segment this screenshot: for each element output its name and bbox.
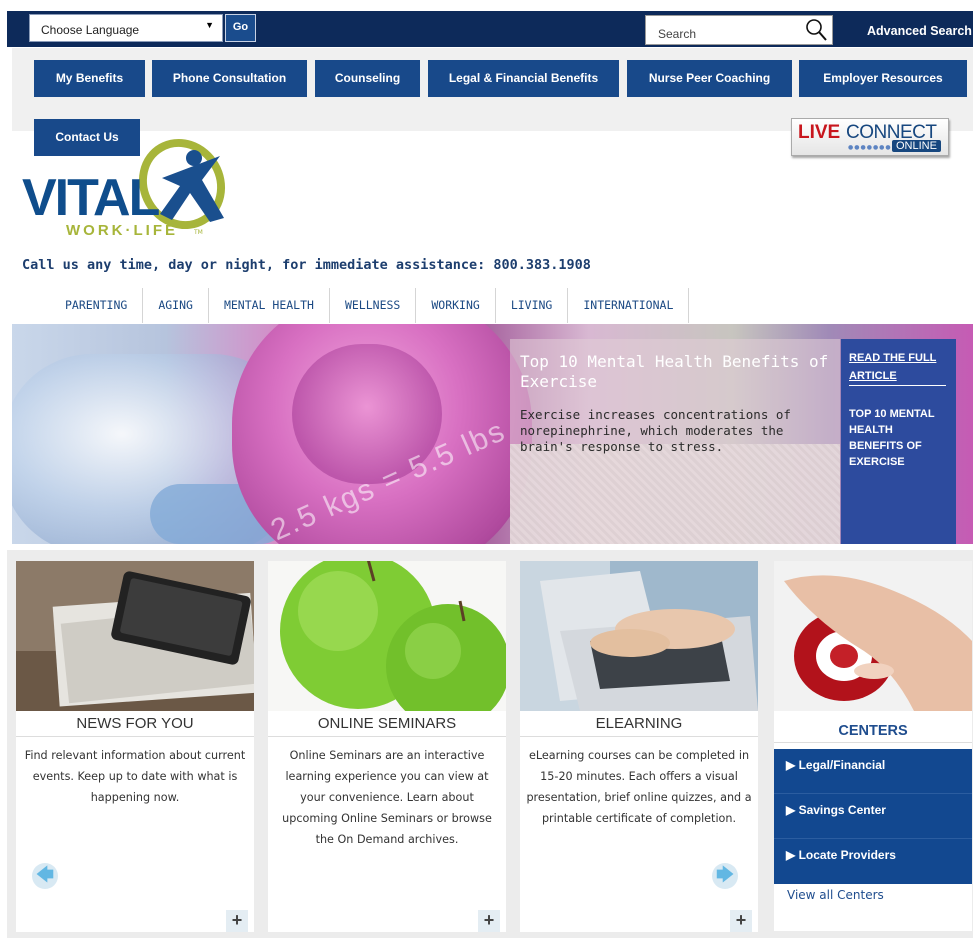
card-news-text: Find relevant information about current … (24, 749, 246, 804)
apples-image (268, 561, 506, 711)
language-select[interactable]: Choose Language ▼ (29, 14, 223, 42)
hero-side-divider (849, 385, 946, 386)
language-select-value: Choose Language (41, 23, 140, 37)
center-savings[interactable]: ▶ Savings Center (774, 794, 972, 839)
liveconnect-dots: ●●●●●●● (848, 144, 892, 151)
center-locate-providers[interactable]: ▶ Locate Providers (774, 839, 972, 884)
tab-international[interactable]: INTERNATIONAL (568, 288, 690, 323)
category-tabs: PARENTING AGING MENTAL HEALTH WELLNESS W… (50, 288, 690, 323)
nav-phone-consultation[interactable]: Phone Consultation (152, 60, 307, 97)
vital-worklife-logo[interactable]: VITAL WORK·LIFE TM (22, 138, 242, 245)
tab-wellness[interactable]: WELLNESS (330, 288, 417, 323)
logo-tm: TM (194, 229, 203, 236)
liveconnect-badge[interactable]: LIVE CONNECT ●●●●●●● ONLINE (791, 118, 949, 156)
tab-aging[interactable]: AGING (143, 288, 209, 323)
liveconnect-online: ONLINE (892, 140, 941, 152)
top-bar: Choose Language ▼ Go Search Advanced Sea… (7, 11, 973, 47)
triangle-right-icon: ▶ (786, 848, 796, 862)
liveconnect-live: LIVE (798, 122, 841, 143)
card-online-seminars[interactable]: ONLINE SEMINARS Online Seminars are an i… (268, 561, 506, 932)
view-all-centers-link[interactable]: View all Centers (787, 888, 884, 902)
card-elearning[interactable]: ELEARNING eLearning courses can be compl… (520, 561, 758, 932)
card-elearning-title[interactable]: ELEARNING (520, 711, 758, 737)
center-legal-financial-label: Legal/Financial (798, 758, 886, 772)
nav-nurse-peer-coaching[interactable]: Nurse Peer Coaching (627, 60, 792, 97)
triangle-right-icon: ▶ (786, 803, 796, 817)
call-us-text: Call us any time, day or night, for imme… (22, 257, 591, 273)
search-icon (806, 19, 827, 41)
news-image (16, 561, 254, 711)
center-legal-financial[interactable]: ▶ Legal/Financial (774, 749, 972, 794)
triangle-right-icon: ▶ (786, 758, 796, 772)
card-online-seminars-text: Online Seminars are an interactive learn… (282, 749, 492, 846)
nav-my-benefits[interactable]: My Benefits (34, 60, 145, 97)
tab-parenting[interactable]: PARENTING (50, 288, 144, 323)
laptop-image (520, 561, 758, 711)
nav-counseling[interactable]: Counseling (315, 60, 420, 97)
read-full-article-link[interactable]: READ THE FULL ARTICLE (849, 349, 949, 385)
center-locate-providers-label: Locate Providers (798, 848, 896, 862)
go-button[interactable]: Go (225, 14, 256, 42)
logo-worklife-text: WORK·LIFE (66, 222, 178, 239)
advanced-search-link[interactable]: Advanced Search (867, 24, 972, 38)
centers-panel: CENTERS ▶ Legal/Financial ▶ Savings Cent… (774, 561, 972, 931)
dropdown-arrow-icon: ▼ (205, 20, 214, 30)
card-elearning-expand-button[interactable]: + (730, 910, 752, 932)
nav-legal-financial[interactable]: Legal & Financial Benefits (428, 60, 619, 97)
tab-living[interactable]: LIVING (496, 288, 569, 323)
card-news[interactable]: NEWS FOR YOU Find relevant information a… (16, 561, 254, 932)
arrow-left-icon: 🡄 (36, 865, 54, 885)
card-news-expand-button[interactable]: + (226, 910, 248, 932)
tab-mental-health[interactable]: MENTAL HEALTH (209, 288, 330, 323)
search-input[interactable]: Search (645, 15, 800, 45)
center-savings-label: Savings Center (798, 803, 886, 817)
search-button[interactable] (798, 15, 833, 45)
card-online-seminars-expand-button[interactable]: + (478, 910, 500, 932)
card-elearning-text: eLearning courses can be completed in 15… (526, 749, 752, 825)
hero-side-title[interactable]: TOP 10 MENTAL HEALTH BENEFITS OF EXERCIS… (849, 406, 949, 470)
card-online-seminars-title[interactable]: ONLINE SEMINARS (268, 711, 506, 737)
card-news-title[interactable]: NEWS FOR YOU (16, 711, 254, 737)
hero-banner[interactable]: 2.5 kgs = 5.5 lbs Top 10 Mental Health B… (12, 324, 973, 544)
nav-employer-resources[interactable]: Employer Resources (799, 60, 967, 97)
tab-working[interactable]: WORKING (416, 288, 496, 323)
arrow-right-icon: 🡆 (716, 865, 734, 885)
centers-list: ▶ Legal/Financial ▶ Savings Center ▶ Loc… (774, 749, 972, 884)
logo-vital-text: VITAL (22, 169, 160, 227)
carousel-prev-button[interactable]: 🡄 (32, 863, 58, 889)
hero-description: Exercise increases concentrations of nor… (520, 407, 791, 454)
carousel-next-button[interactable]: 🡆 (712, 863, 738, 889)
centers-title: CENTERS (774, 719, 972, 743)
hero-title[interactable]: Top 10 Mental Health Benefits of Exercis… (520, 352, 836, 392)
mouse-hand-image (774, 561, 972, 711)
